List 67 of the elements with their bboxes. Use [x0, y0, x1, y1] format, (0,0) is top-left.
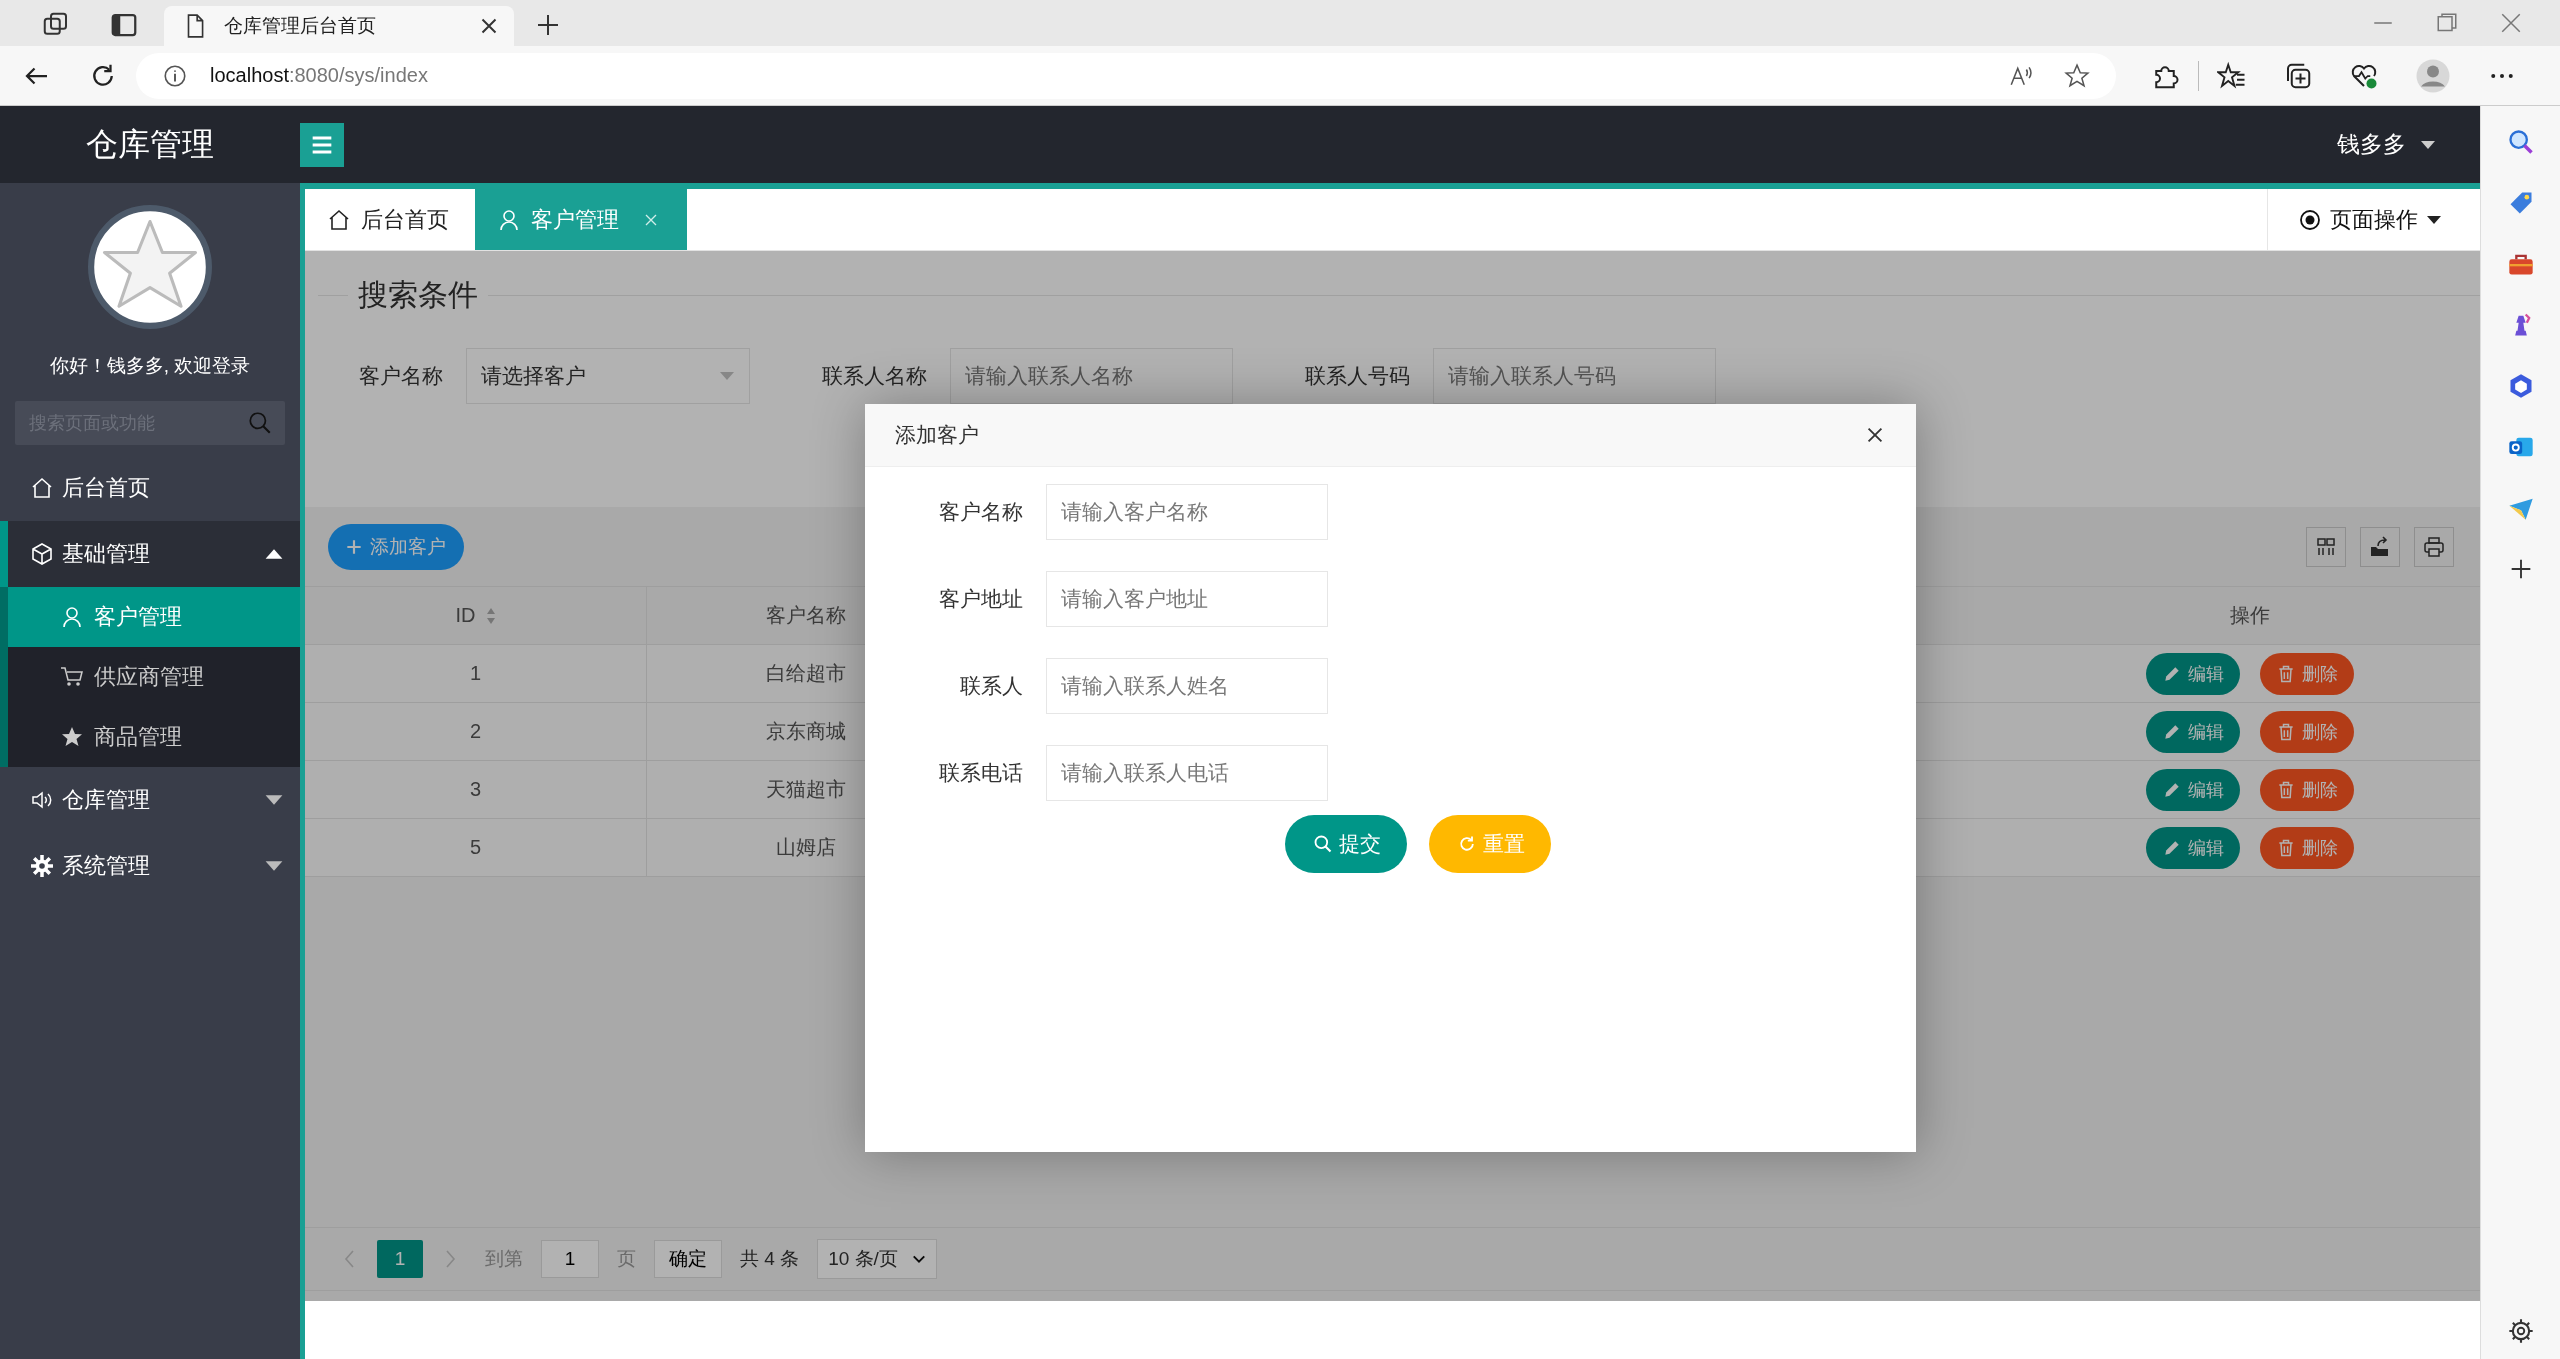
user-menu[interactable]: 钱多多	[2331, 123, 2442, 166]
home-icon	[327, 207, 351, 232]
field-label: 联系人名称	[822, 363, 927, 389]
address-bar[interactable]: localhost:8080/sys/index	[136, 52, 2116, 99]
caret-icon	[719, 371, 735, 381]
submit-button[interactable]: 提交	[1285, 815, 1407, 873]
page-unit-label: 页	[617, 1247, 636, 1271]
user-icon	[497, 207, 521, 232]
input-field[interactable]: 请输入联系人姓名	[1046, 658, 1328, 714]
customer-select[interactable]: 请选择客户	[466, 348, 750, 404]
sidebar-subitem[interactable]: 供应商管理	[8, 647, 300, 707]
search-icon[interactable]	[2506, 128, 2535, 156]
column-header: ID	[305, 587, 647, 644]
input-field[interactable]: 请输入联系人电话	[1046, 745, 1328, 801]
page-size-select[interactable]: 10 条/页	[817, 1239, 937, 1279]
print-button[interactable]	[2414, 526, 2454, 567]
settings-icon[interactable]	[2506, 1317, 2535, 1345]
favorites-icon[interactable]	[2217, 60, 2247, 91]
tab-title: 仓库管理后台首页	[224, 14, 377, 38]
input-field[interactable]: 请输入联系人号码	[1433, 348, 1716, 404]
page-tab[interactable]: 后台首页	[305, 189, 475, 250]
table-cell: 2	[305, 703, 647, 760]
cart-icon	[60, 665, 84, 689]
sidebar-item[interactable]: 系统管理	[0, 833, 300, 899]
field-label: 客户名称	[359, 363, 443, 389]
field-label: 客户名称	[938, 499, 1023, 525]
search-icon	[1313, 834, 1333, 854]
columns-button[interactable]	[2306, 526, 2346, 567]
profile-icon[interactable]	[2415, 57, 2451, 94]
column-header: 操作	[2228, 603, 2271, 628]
caret-icon	[2426, 214, 2442, 225]
caret-icon	[2420, 139, 2436, 150]
sidebar-item[interactable]: 后台首页	[0, 455, 300, 521]
input-field[interactable]: 请输入客户名称	[1046, 484, 1328, 540]
printer-icon	[2422, 534, 2446, 559]
table-cell: 5	[305, 819, 647, 876]
dialog-title: 添加客户	[895, 422, 980, 448]
cube-icon	[30, 542, 54, 566]
user-icon	[60, 605, 84, 629]
sidebar-item[interactable]: 仓库管理	[0, 767, 300, 833]
input-field[interactable]: 请输入联系人名称	[950, 348, 1233, 404]
app-logo: 仓库管理	[86, 124, 214, 164]
sidebar-item[interactable]: 基础管理	[0, 521, 300, 587]
total-count: 共 4 条	[740, 1247, 800, 1271]
refresh-icon	[1457, 834, 1477, 854]
menu-button[interactable]	[300, 122, 344, 167]
gear-icon	[30, 854, 54, 878]
page-input[interactable]: 1	[541, 1240, 599, 1278]
avatar-icon	[88, 205, 212, 329]
field-label: 联系人号码	[1305, 363, 1410, 389]
confirm-button[interactable]: 确定	[654, 1240, 722, 1278]
greeting-text: 你好！钱多多, 欢迎登录	[48, 354, 252, 378]
sidebar-subitem[interactable]: 客户管理	[8, 587, 300, 647]
input-field[interactable]: 请输入客户地址	[1046, 571, 1328, 627]
favorite-star-icon[interactable]	[2064, 62, 2090, 89]
section-title: 搜索条件	[348, 278, 488, 311]
table-cell: 3	[305, 761, 647, 818]
browser-tab[interactable]: 仓库管理后台首页	[164, 6, 514, 46]
sidebar-subitem[interactable]: 商品管理	[8, 707, 300, 767]
goto-label: 到第	[485, 1247, 523, 1271]
url-text: localhost:8080/sys/index	[210, 64, 428, 87]
info-icon[interactable]	[162, 62, 188, 89]
home-icon	[30, 476, 54, 500]
radio-dot-icon	[2298, 207, 2322, 232]
table-cell: 1	[305, 645, 647, 702]
export-button[interactable]	[2360, 526, 2400, 567]
chevron-down-icon	[911, 1254, 926, 1264]
